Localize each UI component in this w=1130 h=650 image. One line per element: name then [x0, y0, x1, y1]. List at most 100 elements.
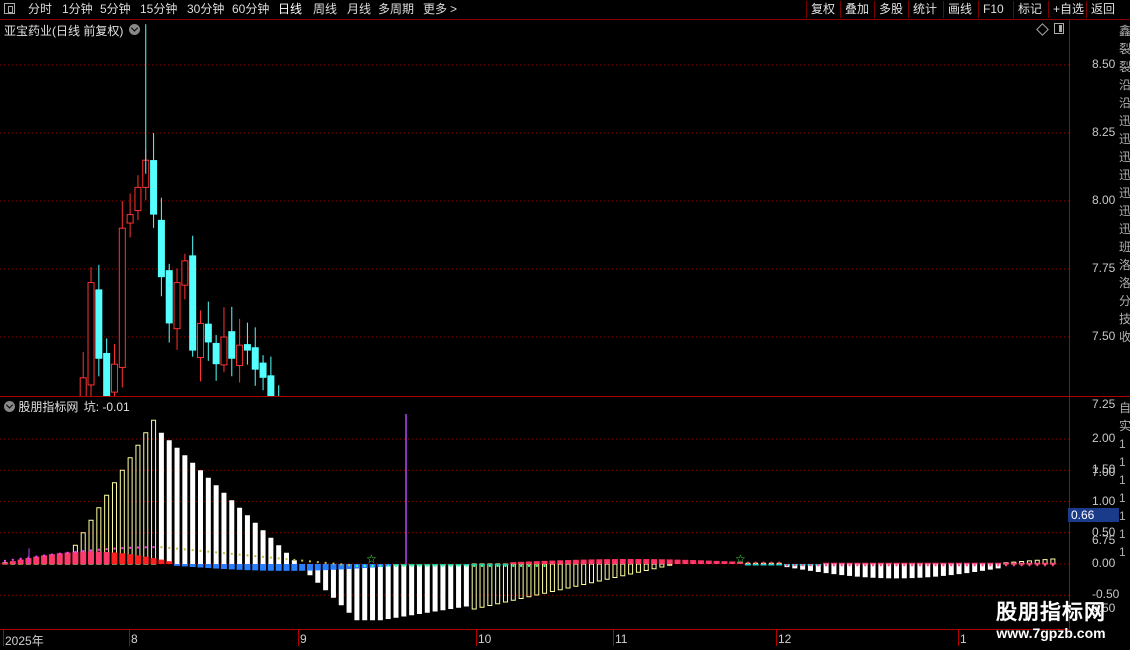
strip-char: 实 — [1119, 419, 1130, 433]
period-tab[interactable]: 5分钟 — [100, 2, 131, 17]
price-chart[interactable] — [0, 20, 1069, 396]
candle — [126, 193, 134, 238]
strip-char: 鑫 — [1119, 24, 1130, 38]
candle — [212, 335, 220, 381]
period-tab[interactable]: 周线 — [313, 2, 337, 17]
price-tick-label: 8.50 — [1092, 57, 1116, 71]
x-axis-line — [0, 629, 1069, 630]
candle — [228, 306, 236, 377]
candle — [267, 356, 275, 396]
x-tick — [298, 630, 299, 646]
more-chevron-icon[interactable]: > — [450, 2, 457, 17]
strip-char: 1 — [1119, 473, 1126, 487]
window-menu-icon[interactable] — [4, 3, 15, 14]
x-tick — [776, 630, 777, 646]
period-tab[interactable]: 60分钟 — [232, 2, 269, 17]
current-value-badge: 0.66 — [1068, 508, 1119, 522]
candle — [95, 264, 103, 377]
toolbar-action-button[interactable]: F10 — [978, 1, 1013, 18]
toolbar-action-button[interactable]: 叠加 — [840, 1, 874, 18]
period-tab[interactable]: 月线 — [347, 2, 371, 17]
toolbar-action-button[interactable]: 复权 — [806, 1, 840, 18]
x-axis-label: 1 — [960, 632, 967, 646]
strip-char: 迅 — [1119, 168, 1130, 182]
candle — [204, 301, 212, 361]
toolbar-action-button[interactable]: 统计 — [908, 1, 943, 18]
toolbar-action-button[interactable]: +自选 — [1048, 1, 1086, 18]
x-axis-label: 12 — [778, 632, 792, 646]
candle — [181, 253, 189, 300]
x-axis-label: 11 — [615, 632, 628, 646]
period-tab[interactable]: 多周期 — [378, 2, 414, 17]
indicator-info-strip: 自实 1 1 1 1 1 1 1 — [1119, 399, 1130, 627]
candle — [236, 318, 244, 383]
candle — [243, 322, 251, 365]
period-tab[interactable]: 分时 — [28, 2, 52, 17]
period-tab[interactable]: 15分钟 — [140, 2, 177, 17]
period-tab[interactable]: 1分钟 — [62, 2, 93, 17]
toolbar-action-button[interactable]: 返回 — [1086, 1, 1124, 18]
strip-char: 迅 — [1119, 186, 1130, 200]
strip-char: 沿 — [1119, 78, 1130, 92]
watermark-url: www.7gpzb.com — [996, 625, 1106, 641]
toolbar-action-button[interactable]: 画线 — [943, 1, 978, 18]
candle — [150, 133, 158, 228]
strip-char: 洛 — [1119, 276, 1130, 290]
candle — [189, 235, 197, 357]
strip-char: 1 — [1119, 491, 1126, 505]
indicator-tick-label: 0.50 — [1092, 524, 1116, 539]
right-info-strip: 鑫裂裂沿沿迅迅迅迅迅迅迅班洛洛分技收 — [1119, 22, 1130, 394]
strip-char: 迅 — [1119, 204, 1130, 218]
price-tick-label: 8.00 — [1092, 193, 1116, 207]
candle — [173, 268, 181, 350]
price-tick-label: 7.75 — [1092, 261, 1116, 275]
x-axis-label: 8 — [131, 632, 138, 646]
candle — [79, 351, 87, 396]
indicator-tick-label: 1.50 — [1092, 462, 1116, 477]
indicator-panel — [0, 397, 1070, 629]
x-axis-label: 9 — [300, 632, 307, 646]
candle — [103, 338, 111, 396]
candle — [134, 175, 142, 220]
period-tab[interactable]: 30分钟 — [187, 2, 224, 17]
strip-char: 裂 — [1119, 60, 1130, 74]
candle — [165, 263, 173, 343]
strip-char: 收 — [1119, 330, 1130, 344]
toolbar-action-button[interactable]: 多股 — [874, 1, 908, 18]
x-tick — [476, 630, 477, 646]
strip-char: 分 — [1119, 294, 1130, 308]
indicator-tick-label: 1.00 — [1092, 493, 1116, 508]
toolbar-action-button[interactable]: 标记 — [1013, 1, 1048, 18]
strip-char: 洛 — [1119, 258, 1130, 272]
strip-char: 1 — [1119, 545, 1126, 559]
x-tick — [129, 630, 130, 646]
candle — [197, 310, 204, 382]
candle — [118, 201, 126, 388]
strip-char: 自 — [1119, 401, 1130, 415]
candle — [220, 307, 228, 373]
strip-char: 迅 — [1119, 222, 1130, 236]
watermark: 股朋指标网 www.7gpzb.com — [986, 601, 1116, 641]
period-tab[interactable]: 更多 — [423, 2, 447, 17]
strip-char: 裂 — [1119, 42, 1130, 56]
candle — [110, 343, 118, 396]
indicator-tick-label: -0.50 — [1092, 587, 1120, 602]
price-tick-label: 7.25 — [1092, 397, 1116, 411]
x-tick — [3, 630, 4, 646]
period-toolbar: 分时 1分钟 5分钟 15分钟 30分钟 60分钟 日线 周线 月线 多周期 更多 > 复权 叠加 多股统… — [0, 0, 1130, 20]
period-tab[interactable]: 日线 — [278, 2, 302, 17]
price-tick-label: 7.50 — [1092, 329, 1116, 343]
candle — [278, 385, 280, 396]
watermark-brand: 股朋指标网 — [996, 601, 1106, 624]
price-tick-label: 8.25 — [1092, 125, 1116, 139]
strip-char: 1 — [1119, 455, 1126, 469]
candle — [87, 267, 95, 396]
strip-char: 1 — [1119, 437, 1126, 451]
candle — [259, 355, 267, 391]
candle — [251, 327, 259, 386]
indicator-tick-label: 2.00 — [1092, 431, 1116, 445]
strip-char: 1 — [1119, 509, 1126, 523]
x-tick — [613, 630, 614, 646]
strip-char: 沿 — [1119, 96, 1130, 110]
candle — [157, 197, 165, 297]
